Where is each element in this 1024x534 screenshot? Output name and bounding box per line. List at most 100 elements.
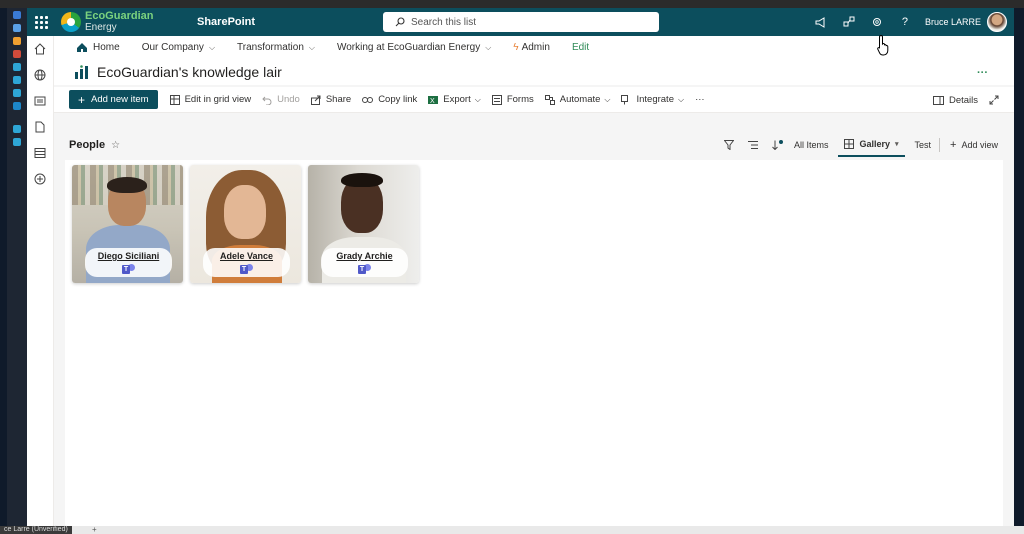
new-tab-button[interactable]: +	[92, 526, 97, 534]
search-input[interactable]: Search this list	[383, 12, 659, 32]
teams-icon[interactable]: T	[240, 264, 253, 275]
nav-item-our-company[interactable]: Our Company ⌵	[142, 42, 215, 53]
add-view-button[interactable]: + Add view	[950, 139, 998, 151]
chevron-down-icon: ⌵	[474, 94, 481, 104]
avatar[interactable]	[987, 12, 1007, 32]
expand-button[interactable]	[989, 95, 1004, 105]
add-new-item-button[interactable]: + Add new item	[69, 90, 158, 109]
group-button[interactable]	[747, 140, 758, 150]
home-icon[interactable]	[34, 43, 46, 55]
person-name[interactable]: Diego Siciliani	[85, 251, 172, 261]
app-icon[interactable]	[13, 11, 21, 19]
chevron-down-icon: ⌵	[604, 94, 611, 104]
copy-link-button[interactable]: Copy link	[362, 94, 417, 105]
app-launcher-icon[interactable]	[27, 8, 55, 36]
svg-text:X: X	[430, 98, 435, 105]
person-card[interactable]: Grady Archie T	[308, 165, 419, 283]
divider	[939, 138, 941, 152]
app-icon[interactable]	[13, 24, 21, 32]
nav-label: Transformation	[237, 42, 304, 53]
export-button[interactable]: X Export ⌵	[428, 94, 481, 105]
site-more-button[interactable]: ···	[977, 67, 988, 79]
button-label: Add view	[961, 140, 998, 150]
nav-item-home[interactable]: Home	[76, 42, 120, 53]
sort-icon	[772, 140, 783, 150]
button-label: Edit in grid view	[184, 94, 252, 105]
app-icon[interactable]	[13, 50, 21, 58]
person-name[interactable]: Adele Vance	[203, 251, 290, 261]
top-navigation: Home Our Company ⌵ Transformation ⌵ Workin…	[54, 36, 1014, 59]
teams-icon[interactable]: T	[358, 264, 371, 275]
button-label: Share	[325, 94, 352, 105]
name-pill: Diego Siciliani T	[85, 248, 172, 277]
nav-item-working-at[interactable]: Working at EcoGuardian Energy ⌵	[337, 42, 491, 53]
taskbar: ce Larre (Unverified) +	[0, 526, 1024, 534]
forms-icon	[491, 94, 502, 105]
user-name[interactable]: Bruce LARRE	[925, 17, 981, 27]
overflow-button[interactable]: ···	[695, 94, 705, 105]
share-network-icon[interactable]	[835, 8, 863, 36]
home-icon	[77, 43, 87, 52]
globe-icon[interactable]	[34, 69, 46, 81]
share-button[interactable]: Share	[310, 94, 352, 105]
app-icon[interactable]	[13, 63, 21, 71]
view-test[interactable]: Test	[915, 140, 932, 150]
megaphone-icon[interactable]	[807, 8, 835, 36]
view-all-items[interactable]: All Items	[794, 140, 829, 150]
brand-logo[interactable]: EcoGuardian Energy	[61, 11, 165, 33]
app-icon[interactable]	[13, 89, 21, 97]
nav-label: Admin	[521, 42, 550, 53]
gear-icon[interactable]	[863, 8, 891, 36]
chevron-down-icon: ⌵	[485, 42, 492, 52]
file-icon[interactable]	[34, 121, 46, 133]
button-label: Export	[443, 94, 471, 105]
grid-icon	[169, 94, 180, 105]
automate-button[interactable]: Automate ⌵	[544, 94, 611, 105]
undo-icon	[262, 96, 272, 105]
name-pill: Adele Vance T	[203, 248, 290, 277]
person-card[interactable]: Diego Siciliani T	[72, 165, 183, 283]
plus-icon: +	[950, 139, 957, 151]
hand-cursor-icon	[877, 34, 889, 56]
button-label: Undo	[277, 94, 300, 105]
teams-icon[interactable]: T	[122, 264, 135, 275]
app-icon[interactable]	[13, 76, 21, 84]
app-icon[interactable]	[13, 102, 21, 110]
nav-item-admin[interactable]: ϟ Admin	[513, 42, 550, 53]
list-icon[interactable]	[34, 147, 46, 159]
person-card[interactable]: Adele Vance T	[190, 165, 301, 283]
app-icon[interactable]	[13, 138, 21, 146]
add-circle-icon[interactable]	[34, 173, 46, 185]
details-button[interactable]: Details	[932, 95, 978, 106]
plus-icon: +	[78, 92, 86, 107]
taskbar-tab[interactable]: ce Larre (Unverified)	[0, 526, 72, 534]
site-logo-icon	[75, 65, 88, 79]
undo-button[interactable]: Undo	[262, 94, 300, 105]
integrate-button[interactable]: Integrate ⌵	[621, 94, 684, 105]
main-content: Home Our Company ⌵ Transformation ⌵ Workin…	[54, 36, 1014, 526]
app-name[interactable]: SharePoint	[197, 16, 255, 28]
forms-button[interactable]: Forms	[491, 94, 534, 105]
nav-edit-link[interactable]: Edit	[572, 42, 589, 53]
expand-icon	[989, 95, 999, 105]
chevron-down-icon: ⌵	[677, 94, 685, 104]
star-icon[interactable]: ☆	[111, 140, 120, 151]
sort-button[interactable]	[772, 140, 784, 150]
gallery-canvas: Diego Siciliani T Adele Vance T Grady Ar…	[65, 160, 1003, 526]
browser-left-edge	[0, 8, 7, 526]
details-icon	[932, 95, 944, 105]
site-title-row: EcoGuardian's knowledge lair	[54, 59, 1014, 85]
nav-label: Our Company	[141, 42, 204, 53]
app-icon[interactable]	[13, 37, 21, 45]
nav-item-transformation[interactable]: Transformation ⌵	[237, 42, 315, 53]
news-icon[interactable]	[34, 95, 46, 107]
share-icon	[310, 95, 321, 105]
person-name[interactable]: Grady Archie	[321, 251, 408, 261]
edit-grid-button[interactable]: Edit in grid view	[169, 94, 252, 105]
app-icon[interactable]	[13, 125, 21, 133]
view-gallery-tab[interactable]: Gallery ▾	[838, 133, 905, 157]
filter-button[interactable]	[723, 140, 734, 150]
browser-right-edge	[1014, 8, 1024, 526]
list-format-icon	[747, 141, 758, 149]
help-icon[interactable]: ?	[891, 8, 919, 36]
